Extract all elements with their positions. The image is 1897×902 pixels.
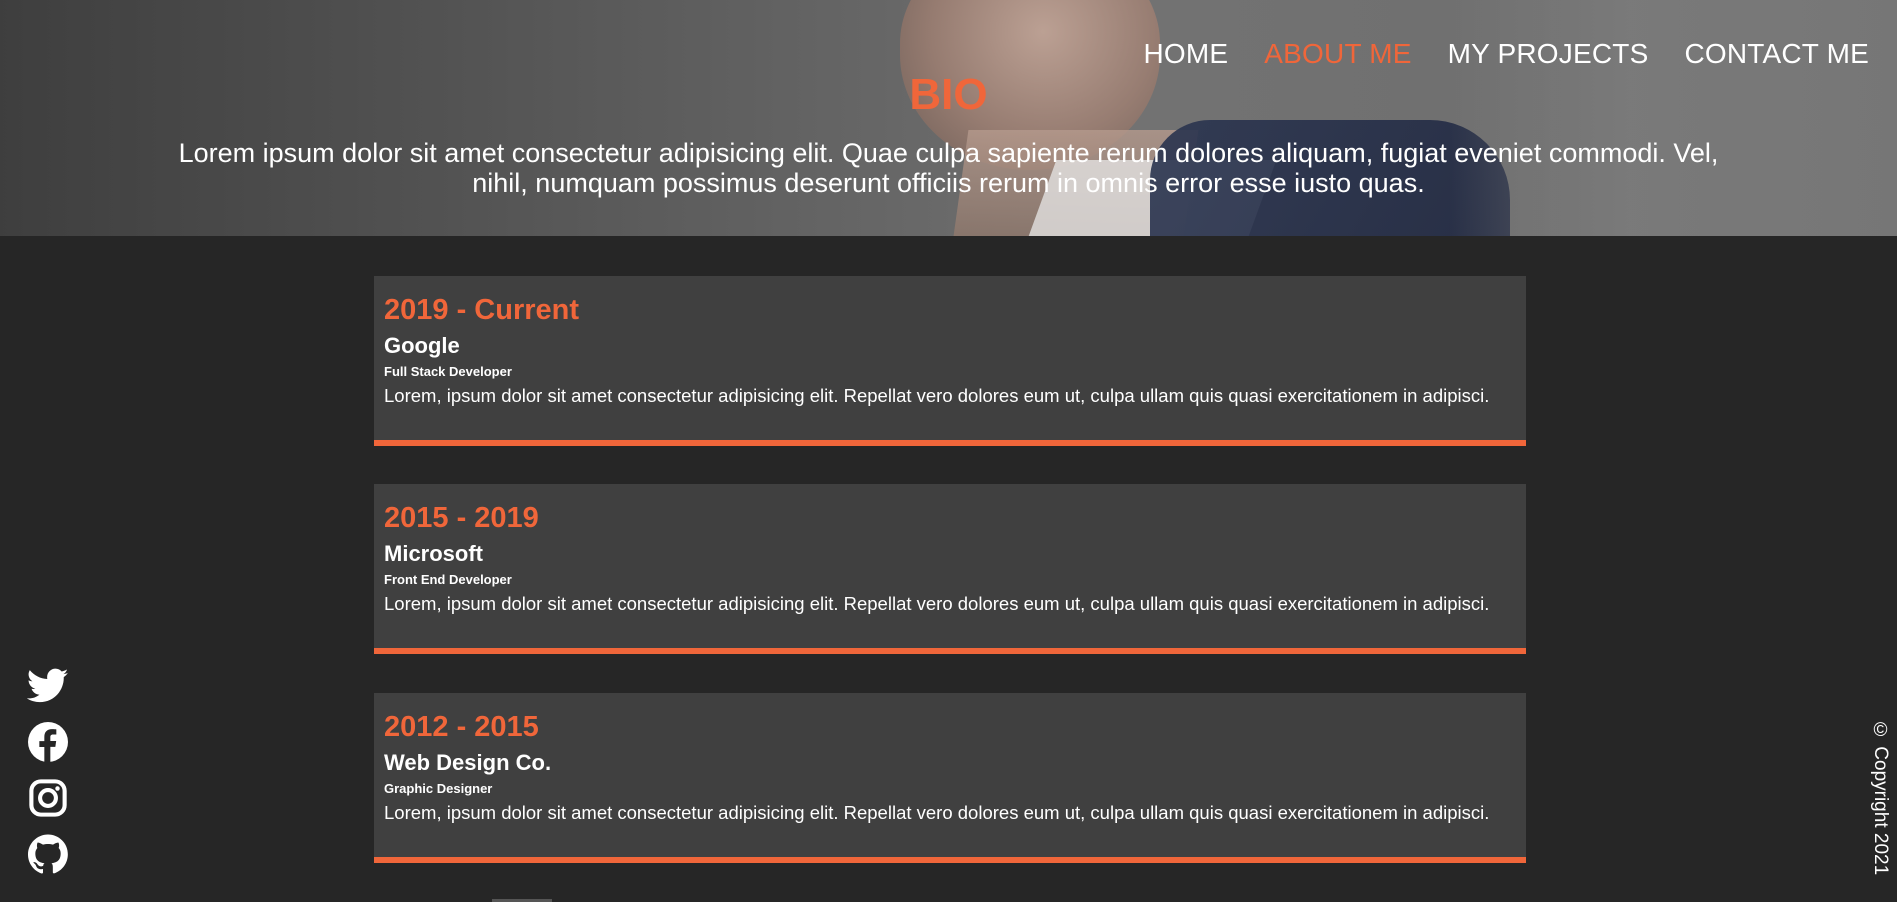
facebook-icon[interactable] [27, 722, 69, 762]
timeline-period: 2012 - 2015 [384, 711, 539, 743]
timeline-role: Graphic Designer [384, 781, 493, 796]
timeline-role: Front End Developer [384, 572, 512, 587]
timeline-company: Microsoft [384, 541, 483, 566]
timeline-company: Web Design Co. [384, 750, 552, 775]
timeline-description: Lorem, ipsum dolor sit amet consectetur … [384, 385, 1490, 406]
timeline-company: Google [384, 333, 460, 358]
timeline-role: Full Stack Developer [384, 364, 512, 379]
hero-banner: HOME ABOUT ME MY PROJECTS CONTACT ME BIO… [0, 0, 1897, 236]
nav-about-me[interactable]: ABOUT ME [1264, 38, 1411, 70]
timeline-description: Lorem, ipsum dolor sit amet consectetur … [384, 802, 1490, 823]
github-icon[interactable] [27, 834, 69, 874]
timeline-description: Lorem, ipsum dolor sit amet consectetur … [384, 593, 1490, 614]
timeline-period: 2015 - 2019 [384, 502, 539, 534]
nav-my-projects[interactable]: MY PROJECTS [1448, 38, 1649, 70]
bio-text: Lorem ipsum dolor sit amet consectetur a… [178, 138, 1719, 198]
social-links [27, 666, 69, 874]
copyright-text: © Copyright 2021 [1870, 720, 1891, 876]
main-nav: HOME ABOUT ME MY PROJECTS CONTACT ME [1143, 38, 1869, 70]
timeline-item: 2015 - 2019 Microsoft Front End Develope… [374, 484, 1526, 654]
page-title: BIO [909, 70, 988, 119]
timeline-period: 2019 - Current [384, 294, 580, 326]
twitter-icon[interactable] [27, 666, 69, 706]
timeline-item: 2012 - 2015 Web Design Co. Graphic Desig… [374, 693, 1526, 863]
nav-home[interactable]: HOME [1143, 38, 1228, 70]
timeline-item: 2019 - Current Google Full Stack Develop… [374, 276, 1526, 446]
nav-contact-me[interactable]: CONTACT ME [1684, 38, 1869, 70]
instagram-icon[interactable] [27, 778, 69, 818]
